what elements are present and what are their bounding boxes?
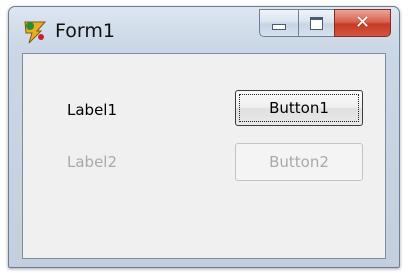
title-bar[interactable]: Form1 ✕ (9, 7, 399, 53)
maximize-button[interactable] (298, 9, 334, 37)
label1: Label1 (67, 101, 118, 119)
delphi-app-icon (24, 21, 47, 44)
form-client-area: Label1 Label2 Button1 Button2 (22, 53, 386, 259)
close-icon: ✕ (354, 12, 371, 33)
window-title: Form1 (55, 20, 115, 42)
minimize-button[interactable] (259, 9, 298, 37)
app-window: Form1 ✕ Label1 Label2 Button1 Button2 (8, 6, 400, 268)
close-button[interactable]: ✕ (334, 9, 391, 37)
button2-label: Button2 (269, 153, 329, 171)
minimize-icon (272, 24, 286, 30)
caption-buttons: ✕ (259, 9, 391, 39)
button2-disabled[interactable]: Button2 (235, 143, 363, 181)
focus-rectangle (239, 94, 359, 122)
label2-disabled: Label2 (67, 153, 118, 171)
maximize-icon (310, 16, 323, 30)
button1[interactable]: Button1 (235, 90, 363, 126)
